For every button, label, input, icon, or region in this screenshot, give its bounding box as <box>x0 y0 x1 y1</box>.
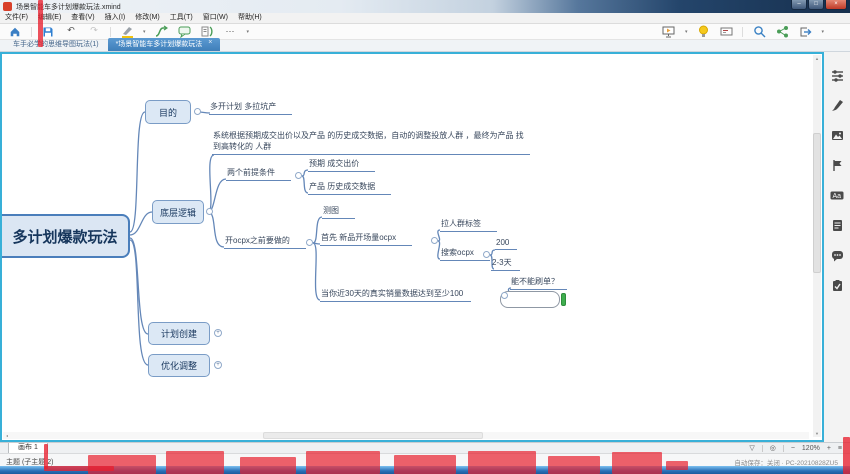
menu-insert[interactable]: 插入(I) <box>105 13 126 23</box>
horizontal-scroll-thumb[interactable] <box>263 432 483 439</box>
save-icon[interactable] <box>41 25 55 38</box>
expand-icon[interactable] <box>501 292 508 299</box>
scroll-down-icon[interactable]: ▼ <box>813 431 821 436</box>
minimize-button[interactable]: – <box>791 0 807 10</box>
marker-pen-icon[interactable] <box>120 25 134 38</box>
horizontal-scrollbar[interactable]: ◂ <box>3 432 809 439</box>
topic-purpose-sub[interactable]: 多开计划 多拉坑产 <box>209 101 292 115</box>
relationship-icon[interactable] <box>155 25 169 38</box>
expand-icon[interactable] <box>206 208 213 215</box>
tab-active-label: *场景智能车多计划爆款玩法 <box>116 39 203 49</box>
menu-view[interactable]: 查看(V) <box>71 13 94 23</box>
expand-icon[interactable] <box>483 251 490 258</box>
image-icon[interactable] <box>830 128 844 142</box>
presentation-icon[interactable] <box>662 25 676 38</box>
svg-text:Aa: Aa <box>833 193 842 200</box>
toolbar-separator <box>742 27 743 37</box>
comment-icon[interactable] <box>830 248 844 262</box>
marker-flag-icon[interactable] <box>830 158 844 172</box>
window-title: 场景智能车多计划爆款玩法.xmind <box>16 2 121 12</box>
scroll-left-icon[interactable]: ◂ <box>3 433 11 438</box>
menu-window[interactable]: 窗口(W) <box>203 13 228 23</box>
summary-icon[interactable] <box>201 25 215 38</box>
topic-drag-handle[interactable] <box>561 293 566 306</box>
format-panel-icon[interactable] <box>830 68 844 82</box>
export-icon[interactable] <box>798 25 812 38</box>
lightbulb-icon[interactable] <box>696 25 710 38</box>
topic-first-ocpx[interactable]: 首先 新品开场量ocpx <box>320 232 412 246</box>
topic-optimize[interactable]: 优化调整 <box>148 354 210 377</box>
app-icon <box>3 2 12 11</box>
sheet-separator <box>783 445 784 452</box>
task-icon[interactable] <box>830 278 844 292</box>
undo-icon[interactable]: ↶ <box>64 25 78 38</box>
redo-icon[interactable]: ↷ <box>87 25 101 38</box>
collapse-plus-icon[interactable]: + <box>214 329 222 337</box>
home-icon[interactable] <box>8 25 22 38</box>
menu-modify[interactable]: 修改(M) <box>135 13 160 23</box>
topic-premise-2[interactable]: 产品 历史成交数据 <box>308 181 391 195</box>
selected-empty-topic[interactable] <box>500 291 560 308</box>
sheet-separator <box>762 445 763 452</box>
zen-mode-icon[interactable] <box>719 25 733 38</box>
title-bar: 场景智能车多计划爆款玩法.xmind – □ × <box>0 0 850 13</box>
scroll-up-icon[interactable]: ▲ <box>813 56 821 61</box>
maximize-button[interactable]: □ <box>808 0 824 10</box>
label-icon[interactable]: Aa <box>830 188 844 202</box>
export-dropdown-icon[interactable]: ▾ <box>821 29 824 35</box>
style-brush-icon[interactable] <box>830 98 844 112</box>
menu-bar: 文件(F) 编辑(E) 查看(V) 插入(I) 修改(M) 工具(T) 窗口(W… <box>0 13 850 24</box>
document-tab-bar: 车手必学的思维导图玩法(1) *场景智能车多计划爆款玩法 × <box>0 40 850 52</box>
menu-help[interactable]: 帮助(H) <box>238 13 262 23</box>
topic-sales-30[interactable]: 当你近30天的真实销量数据达到至少100 <box>320 288 471 302</box>
right-sidebar: Aa <box>824 52 850 442</box>
share-icon[interactable] <box>775 25 789 38</box>
expand-icon[interactable] <box>431 237 438 244</box>
vertical-scrollbar[interactable]: ▲ ▼ <box>813 55 821 437</box>
close-button[interactable]: × <box>825 0 847 10</box>
sheet-bar: 画布 1 ▽ ◎ − 120% + ≡ <box>0 442 850 453</box>
topic-brush-question[interactable]: 能不能刷单？ <box>510 276 567 290</box>
topic-premise[interactable]: 两个前提条件 <box>226 167 291 181</box>
expand-icon[interactable] <box>295 172 302 179</box>
topic-pull-tag[interactable]: 拉人群标签 <box>440 218 497 232</box>
tab-close-icon[interactable]: × <box>208 39 212 49</box>
vertical-scroll-thumb[interactable] <box>813 133 821 273</box>
callout-icon[interactable] <box>178 25 192 38</box>
mindmap-canvas[interactable]: 多计划爆款玩法 目的 多开计划 多拉坑产 底层逻辑 系统根据预期成交出价以及产品… <box>0 52 824 442</box>
toolbar-separator <box>31 27 32 37</box>
topic-test-chart[interactable]: 测图 <box>322 205 355 219</box>
topic-before-ocpx[interactable]: 开ocpx之前要做的 <box>224 235 306 249</box>
topic-200[interactable]: 200 <box>495 238 517 250</box>
topic-premise-1[interactable]: 预期 成交出价 <box>308 158 375 172</box>
topic-purpose[interactable]: 目的 <box>145 100 191 124</box>
search-icon[interactable] <box>752 25 766 38</box>
presentation-dropdown-icon[interactable]: ▾ <box>685 29 688 35</box>
toolbar-separator <box>110 27 111 37</box>
expand-icon[interactable] <box>306 239 313 246</box>
menu-file[interactable]: 文件(F) <box>5 13 28 23</box>
tab-active-document[interactable]: *场景智能车多计划爆款玩法 × <box>108 38 221 51</box>
topic-plan[interactable]: 计划创建 <box>148 322 210 345</box>
topic-logic[interactable]: 底层逻辑 <box>152 200 204 224</box>
topic-logic-desc[interactable]: 系统根据预期成交出价以及产品 的历史成交数据，自动的调整投放人群 ，最终为产品 … <box>212 130 530 155</box>
central-topic[interactable]: 多计划爆款玩法 <box>2 214 130 258</box>
window-controls: – □ × <box>790 0 847 10</box>
collapse-plus-icon[interactable]: + <box>214 361 222 369</box>
more-tools-icon[interactable]: ⋯ <box>224 25 238 38</box>
topic-2-3-days[interactable]: 2-3天 <box>491 257 520 271</box>
menu-tools[interactable]: 工具(T) <box>170 13 193 23</box>
expand-icon[interactable] <box>194 108 201 115</box>
marker-dropdown-icon[interactable]: ▾ <box>143 29 146 35</box>
more-dropdown-icon[interactable]: ▾ <box>247 29 250 35</box>
tab-inactive-document[interactable]: 车手必学的思维导图玩法(1) <box>4 38 108 51</box>
notes-icon[interactable] <box>830 218 844 232</box>
